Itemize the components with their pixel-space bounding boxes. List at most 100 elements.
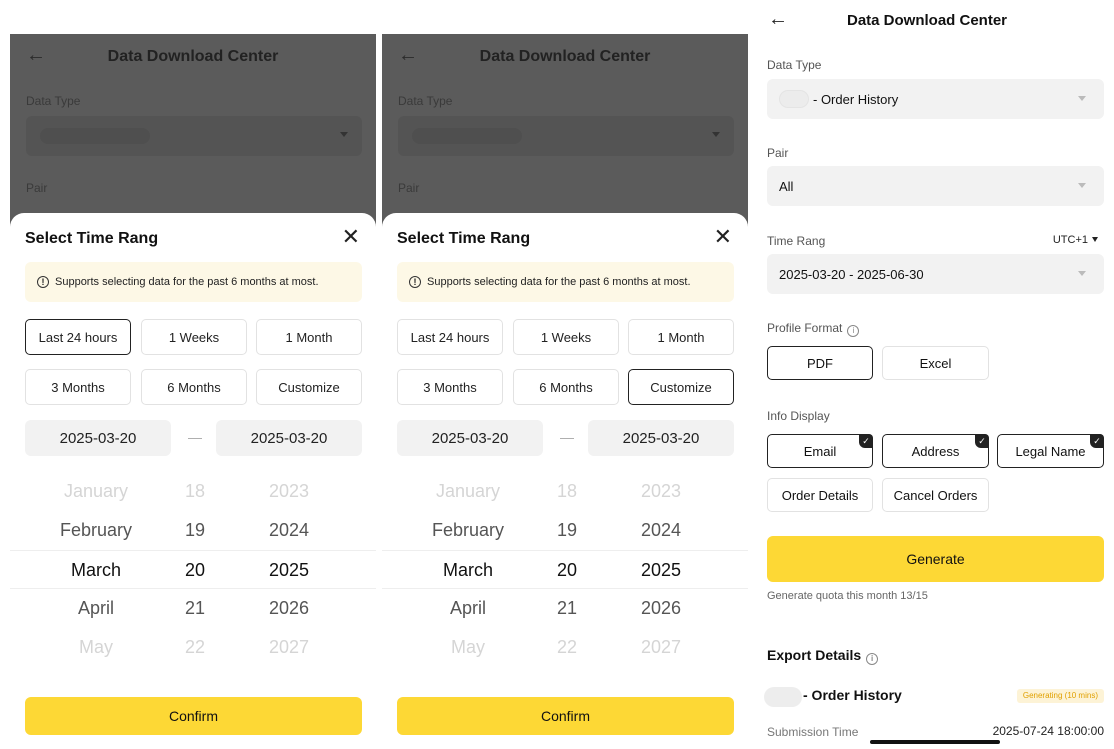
preset-1-month[interactable]: 1 Month — [628, 319, 734, 355]
picker-month[interactable]: February — [412, 511, 524, 550]
info-order-details[interactable]: Order Details — [767, 478, 873, 512]
info-icon: ! — [409, 276, 421, 288]
picker-day[interactable]: 22 — [542, 628, 592, 667]
check-icon: ✓ — [1090, 434, 1104, 448]
picker-row: April 21 2026 — [10, 589, 376, 628]
picker-month[interactable]: March — [412, 551, 524, 590]
picker-year[interactable]: 2026 — [620, 589, 702, 628]
picker-year[interactable]: 2023 — [620, 472, 702, 511]
picker-month[interactable]: January — [40, 472, 152, 511]
preset-3-months[interactable]: 3 Months — [397, 369, 503, 405]
end-date-field[interactable]: 2025-03-20 — [588, 420, 734, 456]
date-wheel-picker[interactable]: January 18 2023 February 19 2024 March 20 2025… — [382, 472, 748, 667]
picker-day[interactable]: 18 — [542, 472, 592, 511]
picker-day[interactable]: 19 — [170, 511, 220, 550]
caret-down-icon — [1078, 271, 1086, 276]
picker-month[interactable]: April — [412, 589, 524, 628]
picker-day[interactable]: 18 — [170, 472, 220, 511]
preset-customize[interactable]: Customize — [628, 369, 734, 405]
picker-month[interactable]: January — [412, 472, 524, 511]
close-icon[interactable]: ✕ — [342, 226, 360, 248]
picker-month[interactable]: February — [40, 511, 152, 550]
pair-select[interactable]: All — [767, 166, 1104, 206]
start-date-field[interactable]: 2025-03-20 — [397, 420, 543, 456]
info-icon[interactable]: i — [866, 652, 879, 665]
sheet-title: Select Time Rang — [25, 230, 159, 247]
preset-1-weeks[interactable]: 1 Weeks — [513, 319, 619, 355]
caret-down-icon — [712, 132, 720, 137]
picker-year[interactable]: 2027 — [248, 628, 330, 667]
sheet-title: Select Time Rang — [397, 230, 531, 247]
picker-month[interactable]: May — [412, 628, 524, 667]
time-range-label: Time Rang — [767, 234, 826, 248]
back-arrow-icon: ← — [398, 44, 418, 66]
preset-last-24-hours[interactable]: Last 24 hours — [25, 319, 131, 355]
picker-year[interactable]: 2025 — [620, 551, 702, 590]
picker-month[interactable]: May — [40, 628, 152, 667]
picker-day[interactable]: 19 — [542, 511, 592, 550]
export-details-title: Export Details i — [767, 647, 879, 665]
quota-text: Generate quota this month 13/15 — [767, 590, 928, 602]
picker-month[interactable]: March — [40, 551, 152, 590]
caret-down-icon — [340, 132, 348, 137]
caret-down-icon — [1092, 237, 1098, 242]
confirm-button[interactable]: Confirm — [397, 697, 734, 735]
info-icon[interactable]: i — [847, 324, 860, 337]
submission-time-label: Submission Time — [767, 725, 859, 739]
picker-day[interactable]: 20 — [170, 551, 220, 590]
time-picker-screen-last-24h: ← Data Download Center Data Type Pair Se… — [10, 0, 376, 749]
time-range-select[interactable]: 2025-03-20 - 2025-06-30 — [767, 254, 1104, 294]
picker-year[interactable]: 2025 — [248, 551, 330, 590]
picker-year[interactable]: 2027 — [620, 628, 702, 667]
notice-text: Supports selecting data for the past 6 m… — [427, 276, 691, 288]
picker-day[interactable]: 22 — [170, 628, 220, 667]
data-type-value: - Order History — [813, 91, 899, 107]
picker-year[interactable]: 2026 — [248, 589, 330, 628]
timezone-selector[interactable]: UTC+1 — [1053, 234, 1098, 246]
info-address[interactable]: Address ✓ — [882, 434, 989, 468]
preset-6-months[interactable]: 6 Months — [141, 369, 247, 405]
export-details-text: Export Details — [767, 647, 862, 663]
preset-3-months[interactable]: 3 Months — [25, 369, 131, 405]
page-title: Data Download Center — [846, 12, 1008, 29]
start-date-field[interactable]: 2025-03-20 — [25, 420, 171, 456]
info-display-label: Info Display — [767, 409, 830, 423]
end-date-field[interactable]: 2025-03-20 — [216, 420, 362, 456]
export-item[interactable]: - Order History Generating (10 mins) — [764, 685, 1104, 707]
preset-1-month[interactable]: 1 Month — [256, 319, 362, 355]
preset-customize[interactable]: Customize — [256, 369, 362, 405]
bg-header: ← Data Download Center — [10, 34, 376, 80]
bg-page-title: Data Download Center — [479, 48, 651, 65]
check-icon: ✓ — [975, 434, 989, 448]
picker-year[interactable]: 2024 — [620, 511, 702, 550]
picker-row: May 22 2027 — [382, 628, 748, 667]
info-cancel-orders[interactable]: Cancel Orders — [882, 478, 989, 512]
format-excel[interactable]: Excel — [882, 346, 989, 380]
generate-button[interactable]: Generate — [767, 536, 1104, 582]
pair-value: All — [779, 178, 794, 194]
home-indicator — [870, 740, 1000, 744]
data-download-center-screen: ← Data Download Center Data Type - Order… — [752, 0, 1114, 749]
info-legal-name[interactable]: Legal Name ✓ — [997, 434, 1104, 468]
picker-year[interactable]: 2023 — [248, 472, 330, 511]
picker-day[interactable]: 21 — [542, 589, 592, 628]
picker-row: January 18 2023 — [10, 472, 376, 511]
picker-day[interactable]: 20 — [542, 551, 592, 590]
close-icon[interactable]: ✕ — [714, 226, 732, 248]
blurred-value — [412, 128, 522, 144]
bg-data-type-label: Data Type — [26, 94, 81, 108]
preset-6-months[interactable]: 6 Months — [513, 369, 619, 405]
preset-1-weeks[interactable]: 1 Weeks — [141, 319, 247, 355]
dimmed-background: ← Data Download Center Data Type Pair — [382, 34, 748, 234]
confirm-button[interactable]: Confirm — [25, 697, 362, 735]
preset-last-24-hours[interactable]: Last 24 hours — [397, 319, 503, 355]
data-type-select[interactable]: - Order History — [767, 79, 1104, 119]
bg-pair-label: Pair — [26, 181, 48, 195]
date-wheel-picker[interactable]: January 18 2023 February 19 2024 March 20 2025… — [10, 472, 376, 667]
format-pdf[interactable]: PDF — [767, 346, 873, 380]
info-email[interactable]: Email ✓ — [767, 434, 873, 468]
picker-month[interactable]: April — [40, 589, 152, 628]
picker-year[interactable]: 2024 — [248, 511, 330, 550]
picker-day[interactable]: 21 — [170, 589, 220, 628]
bg-data-type-select — [26, 116, 362, 156]
